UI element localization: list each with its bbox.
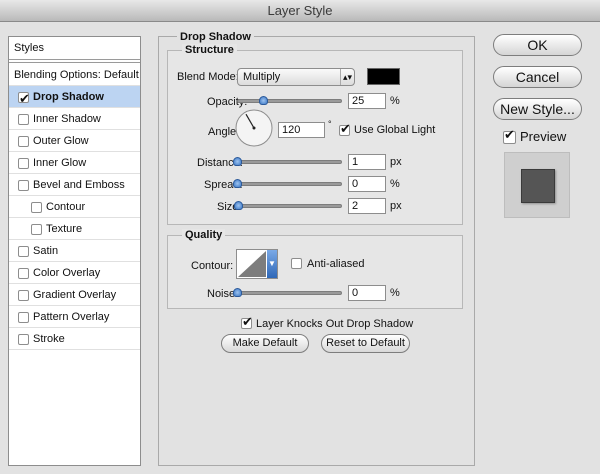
structure-group: Structure Blend Mode: Multiply ▴▾ Opacit… — [167, 44, 463, 225]
layer-knocks-out-label: Layer Knocks Out Drop Shadow — [256, 318, 414, 330]
distance-unit: px — [390, 156, 402, 168]
styles-panel: Styles Blending Options: Default Drop Sha… — [8, 36, 141, 466]
styles-item-label: Pattern Overlay — [33, 311, 110, 323]
quality-title: Quality — [182, 229, 226, 241]
styles-item-color-overlay[interactable]: Color Overlay — [9, 262, 140, 284]
noise-slider-thumb[interactable] — [233, 288, 242, 297]
blend-mode-select[interactable]: Multiply ▴▾ — [237, 68, 355, 86]
styles-item-label: Stroke — [33, 333, 65, 345]
opacity-slider-thumb[interactable] — [259, 96, 269, 105]
styles-item-label: Outer Glow — [33, 135, 89, 147]
contour-preview-icon — [238, 251, 266, 277]
styles-item-contour[interactable]: Contour — [9, 196, 140, 218]
distance-slider-track[interactable] — [237, 160, 342, 164]
quality-group: Quality Contour: ▼ Anti-aliased Noise: 0… — [167, 229, 463, 309]
size-slider-track[interactable] — [237, 204, 342, 208]
styles-item-checkbox[interactable] — [18, 136, 29, 147]
styles-item-label: Inner Shadow — [33, 113, 101, 125]
size-input[interactable]: 2 — [348, 198, 386, 214]
styles-item-label: Satin — [33, 245, 59, 257]
noise-unit: % — [390, 287, 400, 299]
styles-item-label: Contour — [46, 201, 86, 213]
styles-item-inner-glow[interactable]: Inner Glow — [9, 152, 140, 174]
styles-item-checkbox[interactable] — [18, 268, 29, 279]
use-global-light-label: Use Global Light — [354, 124, 436, 136]
new-style-button[interactable]: New Style... — [493, 98, 582, 120]
preview-label: Preview — [520, 129, 567, 144]
structure-title: Structure — [182, 44, 237, 56]
styles-item-checkbox[interactable] — [18, 158, 29, 169]
styles-item-drop-shadow[interactable]: Drop Shadow — [9, 86, 140, 111]
select-arrows-icon: ▴▾ — [340, 69, 354, 85]
styles-item-texture[interactable]: Texture — [9, 218, 140, 240]
styles-item-pattern-overlay[interactable]: Pattern Overlay — [9, 306, 140, 328]
styles-divider — [9, 59, 140, 63]
styles-item-checkbox[interactable] — [31, 202, 42, 213]
drop-shadow-panel: Drop Shadow Structure Blend Mode: Multip… — [158, 31, 475, 466]
make-default-button[interactable]: Make Default — [221, 334, 309, 353]
styles-item-label: Bevel and Emboss — [33, 179, 125, 191]
angle-input[interactable]: 120 — [278, 122, 325, 138]
ok-button[interactable]: OK — [493, 34, 582, 56]
contour-dropdown-arrow-icon[interactable]: ▼ — [267, 250, 277, 278]
size-slider-thumb[interactable] — [234, 201, 244, 210]
styles-item-label: Gradient Overlay — [33, 289, 117, 301]
opacity-unit: % — [390, 95, 400, 107]
title-bar: Layer Style — [0, 0, 600, 22]
styles-item-inner-shadow[interactable]: Inner Shadow — [9, 108, 140, 130]
opacity-input[interactable]: 25 — [348, 93, 386, 109]
preview-swatch — [521, 169, 555, 203]
spread-slider-thumb[interactable] — [233, 179, 242, 188]
anti-aliased-checkbox[interactable] — [291, 258, 302, 269]
styles-item-gradient-overlay[interactable]: Gradient Overlay — [9, 284, 140, 306]
shadow-color-swatch[interactable] — [367, 68, 400, 85]
style-preview — [504, 152, 570, 218]
use-global-light-checkbox[interactable] — [339, 122, 351, 137]
styles-item-checkbox[interactable] — [18, 334, 29, 345]
angle-unit: ° — [328, 119, 332, 129]
styles-item-label: Inner Glow — [33, 157, 87, 169]
preview-checkbox[interactable] — [503, 128, 516, 144]
cancel-button[interactable]: Cancel — [493, 66, 582, 88]
styles-item-stroke[interactable]: Stroke — [9, 328, 140, 350]
styles-item-label: Drop Shadow — [33, 91, 104, 103]
styles-item-checkbox[interactable] — [18, 312, 29, 323]
reset-to-default-button[interactable]: Reset to Default — [321, 334, 410, 353]
styles-item-blending-options-default[interactable]: Blending Options: Default — [9, 64, 140, 86]
styles-item-label: Blending Options: Default — [14, 69, 139, 81]
spread-unit: % — [390, 178, 400, 190]
styles-item-checkbox[interactable] — [31, 224, 42, 235]
noise-input[interactable]: 0 — [348, 285, 386, 301]
styles-item-checkbox[interactable] — [18, 180, 29, 191]
contour-label: Contour: — [191, 260, 234, 272]
styles-item-checkbox[interactable] — [18, 290, 29, 301]
size-unit: px — [390, 200, 402, 212]
layer-knocks-out-checkbox[interactable] — [241, 315, 253, 330]
blend-mode-label: Blend Mode: — [177, 71, 239, 83]
contour-picker[interactable]: ▼ — [236, 249, 278, 279]
distance-slider-thumb[interactable] — [233, 157, 242, 166]
anti-aliased-label: Anti-aliased — [307, 258, 365, 270]
distance-input[interactable]: 1 — [348, 154, 386, 170]
styles-item-checkbox[interactable] — [18, 89, 30, 111]
blend-mode-value: Multiply — [243, 71, 281, 83]
styles-item-checkbox[interactable] — [18, 246, 29, 257]
styles-item-checkbox[interactable] — [18, 114, 29, 125]
section-title: Drop Shadow — [177, 31, 254, 43]
angle-dial[interactable] — [234, 108, 274, 148]
spread-slider-track[interactable] — [237, 182, 342, 186]
styles-item-satin[interactable]: Satin — [9, 240, 140, 262]
styles-item-label: Color Overlay — [33, 267, 101, 279]
styles-item-outer-glow[interactable]: Outer Glow — [9, 130, 140, 152]
styles-item-bevel-and-emboss[interactable]: Bevel and Emboss — [9, 174, 140, 196]
opacity-slider-track[interactable] — [237, 99, 342, 103]
noise-slider-track[interactable] — [237, 291, 342, 295]
window-title: Layer Style — [267, 3, 333, 18]
styles-item-label: Texture — [46, 223, 83, 235]
styles-header[interactable]: Styles — [9, 37, 140, 59]
spread-input[interactable]: 0 — [348, 176, 386, 192]
